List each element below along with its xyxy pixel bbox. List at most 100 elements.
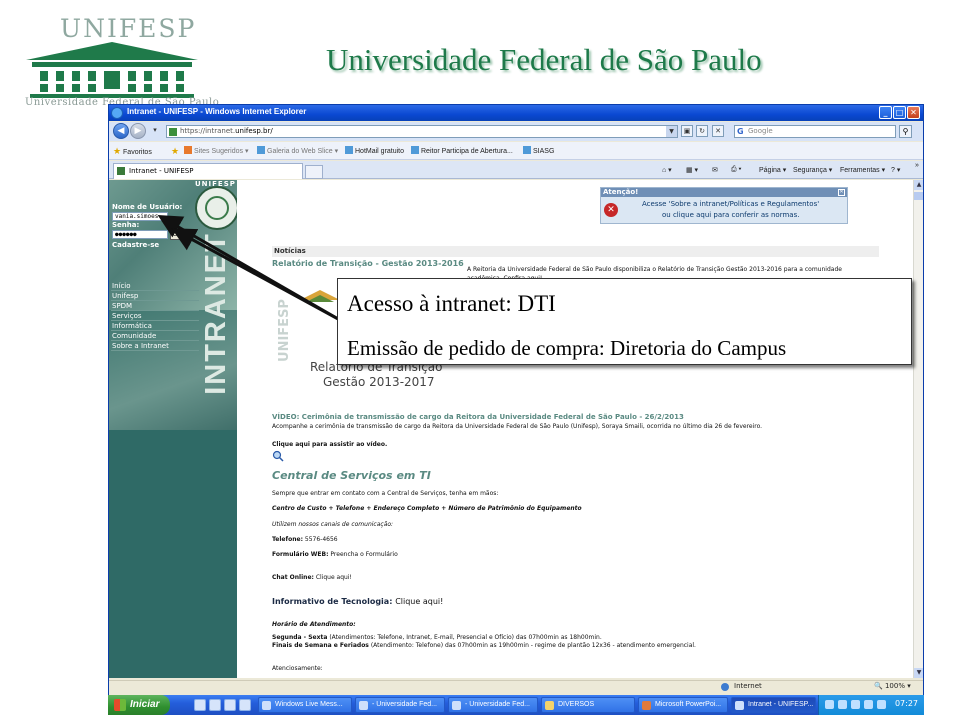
mail-icon[interactable]: ✉ bbox=[712, 166, 718, 174]
task-intranet[interactable]: Intranet - UNIFESP... bbox=[731, 697, 816, 713]
web-page: INTRANET UNIFESP Nome de Usuário: vania.… bbox=[109, 180, 913, 678]
central-servicos-text: Sempre que entrar em contato com a Centr… bbox=[272, 490, 499, 497]
refresh-icon[interactable]: ↻ bbox=[696, 125, 708, 137]
toolbar-overflow-icon[interactable]: » bbox=[915, 162, 919, 169]
start-button[interactable]: Iniciar bbox=[108, 695, 170, 715]
informativo-line[interactable]: Informativo de Tecnologia: Clique aqui! bbox=[272, 597, 443, 606]
video-title[interactable]: VÍDEO: Cerimônia de transmissão de cargo… bbox=[272, 413, 684, 421]
tray-icon-2[interactable] bbox=[838, 700, 847, 709]
favorite-hotmail[interactable]: HotMail gratuito bbox=[345, 146, 404, 155]
quicklaunch-ie-icon[interactable] bbox=[194, 699, 206, 711]
intranet-logo: INTRANET bbox=[199, 231, 232, 395]
magnifier-icon[interactable] bbox=[272, 450, 284, 462]
sidebar-item-sobre[interactable]: Sobre a Intranet bbox=[111, 342, 199, 351]
tab-site-icon bbox=[117, 167, 125, 175]
maximize-button[interactable]: □ bbox=[893, 106, 906, 119]
sidebar-item-informatica[interactable]: Informática bbox=[111, 322, 199, 331]
taskbar: Iniciar Windows Live Mess... - Universid… bbox=[108, 695, 924, 715]
menu-pagina[interactable]: Página ▾ bbox=[759, 166, 786, 174]
callout-line-1: Acesso à intranet: DTI bbox=[347, 291, 556, 316]
favorites-button[interactable]: ★ Favoritos bbox=[113, 146, 152, 157]
zoom-level[interactable]: 🔍 100% ▾ bbox=[874, 682, 911, 690]
favorite-galeria-web-slice[interactable]: Galeria do Web Slice ▾ bbox=[257, 146, 338, 155]
sidebar-item-comunidade[interactable]: Comunidade bbox=[111, 332, 199, 341]
ie-icon bbox=[111, 107, 123, 119]
add-favorite-icon[interactable]: ★ bbox=[171, 146, 179, 157]
tray-icon-5[interactable] bbox=[877, 700, 886, 709]
print-icon[interactable]: ⎙ ▾ bbox=[731, 166, 742, 174]
intranet-sidebar: INTRANET UNIFESP Nome de Usuário: vania.… bbox=[109, 180, 237, 678]
quicklaunch-media-icon[interactable] bbox=[239, 699, 251, 711]
error-icon: ✕ bbox=[604, 203, 618, 217]
task-universidade-1[interactable]: - Universidade Fed... bbox=[355, 697, 445, 713]
home-icon[interactable]: ⌂ ▾ bbox=[662, 166, 672, 174]
video-link[interactable]: Clique aqui para assistir ao vídeo. bbox=[272, 441, 387, 448]
compatibility-view-icon[interactable]: ▣ bbox=[681, 125, 693, 137]
username-label: Nome de Usuário: bbox=[112, 203, 183, 211]
tray-icon-3[interactable] bbox=[851, 700, 860, 709]
menu-ferramentas[interactable]: Ferramentas ▾ bbox=[840, 166, 885, 174]
sidebar-item-servicos[interactable]: Serviços bbox=[111, 312, 199, 321]
tab-intranet[interactable]: Intranet - UNIFESP bbox=[113, 163, 303, 179]
unifesp-seal-icon bbox=[195, 186, 237, 230]
logo-wordmark: UNIFESP bbox=[60, 14, 197, 43]
password-field[interactable]: ●●●●●● bbox=[112, 230, 168, 239]
back-button[interactable]: ◀ bbox=[113, 123, 129, 139]
unifesp-logo: UNIFESP Universidade Federal de São Paul… bbox=[10, 14, 219, 114]
tray-icon-1[interactable] bbox=[825, 700, 834, 709]
sidebar-item-unifesp[interactable]: Unifesp bbox=[111, 292, 199, 301]
address-bar[interactable]: https://intranet.unifesp.br/ ▼ bbox=[166, 125, 678, 138]
title-bar: Intranet - UNIFESP - Windows Internet Ex… bbox=[109, 105, 923, 121]
task-universidade-2[interactable]: - Universidade Fed... bbox=[448, 697, 538, 713]
notice-box[interactable]: Atenção! ✕ ✕ Acesse 'Sobre a intranet/Po… bbox=[600, 187, 848, 224]
central-servicos-items: Centro de Custo + Telefone + Endereço Co… bbox=[272, 505, 582, 512]
task-windows-live[interactable]: Windows Live Mess... bbox=[258, 697, 352, 713]
username-field[interactable]: vania.simoes bbox=[112, 212, 168, 221]
forward-button[interactable]: ▶ bbox=[130, 123, 146, 139]
favorite-sites-sugeridos[interactable]: Sites Sugeridos ▾ bbox=[184, 146, 249, 155]
banner-graphic bbox=[300, 290, 340, 302]
address-dropdown-icon[interactable]: ▼ bbox=[666, 126, 677, 137]
quicklaunch-app-icon[interactable] bbox=[224, 699, 236, 711]
notice-line-2[interactable]: ou clique aqui para conferir as normas. bbox=[662, 211, 799, 219]
relatorio-title[interactable]: Relatório de Transição - Gestão 2013-201… bbox=[272, 259, 464, 268]
sidebar-item-inicio[interactable]: Início bbox=[111, 282, 199, 291]
login-ok-button[interactable]: Ok bbox=[170, 230, 184, 240]
feeds-icon[interactable]: ▦ ▾ bbox=[686, 166, 698, 174]
task-powerpoint[interactable]: Microsoft PowerPoi... bbox=[638, 697, 728, 713]
scroll-up-icon[interactable]: ▲ bbox=[914, 180, 923, 190]
google-icon: G bbox=[737, 127, 744, 136]
new-tab-button[interactable] bbox=[305, 165, 323, 179]
minimize-button[interactable]: _ bbox=[879, 106, 892, 119]
vertical-scrollbar[interactable]: ▲ ▼ bbox=[913, 180, 923, 678]
building-icon bbox=[26, 42, 198, 98]
chat-line[interactable]: Chat Online: Clique aqui! bbox=[272, 574, 352, 581]
scroll-thumb[interactable] bbox=[914, 192, 923, 200]
scroll-down-icon[interactable]: ▼ bbox=[914, 668, 923, 678]
favorites-bar: ★ Favoritos ★ Sites Sugeridos ▾ Galeria … bbox=[109, 142, 923, 160]
favorite-siasg[interactable]: SIASG bbox=[523, 146, 554, 155]
search-icon[interactable]: ⚲ bbox=[899, 125, 912, 138]
stop-icon[interactable]: ✕ bbox=[712, 125, 724, 137]
clock: 07:27 bbox=[894, 699, 918, 708]
register-link[interactable]: Cadastre-se bbox=[112, 241, 159, 249]
history-dropdown-icon[interactable]: ▾ bbox=[149, 125, 161, 137]
task-diversos[interactable]: DIVERSOS bbox=[541, 697, 635, 713]
notice-header: Atenção! bbox=[601, 188, 847, 197]
help-icon[interactable]: ? ▾ bbox=[891, 166, 900, 174]
close-button[interactable]: ✕ bbox=[907, 106, 920, 119]
telefone-line: Telefone: 5576-4656 bbox=[272, 536, 338, 543]
address-toolbar: ◀ ▶ ▾ https://intranet.unifesp.br/ ▼ ▣ ↻… bbox=[109, 122, 923, 141]
tray-icon-4[interactable] bbox=[864, 700, 873, 709]
banner-unifesp-text: UNIFESP bbox=[276, 298, 292, 362]
notice-close-icon[interactable]: ✕ bbox=[838, 189, 845, 196]
star-icon: ★ bbox=[113, 146, 122, 156]
favorite-reitor-participa[interactable]: Reitor Participa de Abertura... bbox=[411, 146, 513, 155]
horario-line-2: Finais de Semana e Feriados (Atendimento… bbox=[272, 642, 696, 649]
sidebar-item-spdm[interactable]: SPDM bbox=[111, 302, 199, 311]
search-input[interactable]: G Google bbox=[734, 125, 896, 138]
search-placeholder: Google bbox=[748, 127, 773, 135]
formulario-line[interactable]: Formulário WEB: Preencha o Formulário bbox=[272, 551, 398, 558]
menu-seguranca[interactable]: Segurança ▾ bbox=[793, 166, 832, 174]
quicklaunch-desktop-icon[interactable] bbox=[209, 699, 221, 711]
